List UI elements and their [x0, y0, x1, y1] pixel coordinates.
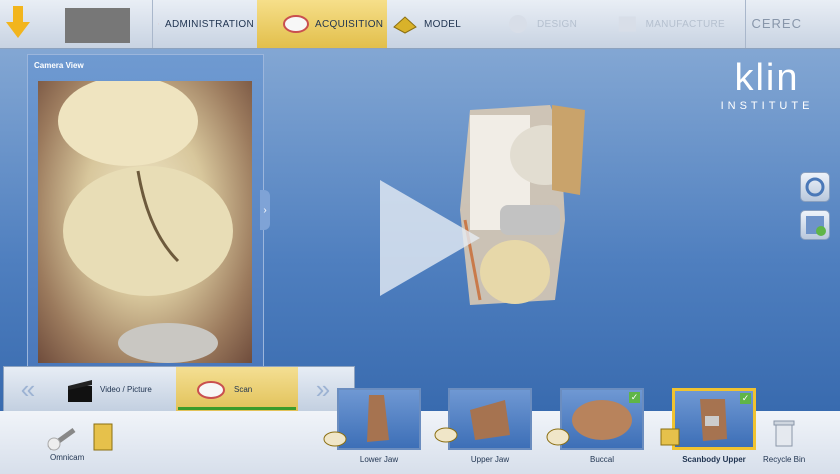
- scanbody-icon: [660, 428, 680, 446]
- camera-feed: [38, 81, 252, 363]
- camera-image: [58, 81, 233, 363]
- upper-jaw-icon: [434, 427, 458, 443]
- omnicam-label: Omnicam: [50, 453, 85, 462]
- separator: [745, 0, 746, 48]
- chevron-double-left-icon: «: [20, 373, 36, 404]
- tab-scan[interactable]: Scan: [176, 367, 298, 412]
- collapse-panel-handle[interactable]: ›: [260, 190, 270, 230]
- tab-label: Video / Picture: [100, 385, 152, 394]
- tab-administration[interactable]: ADMINISTRATION: [158, 0, 254, 48]
- catalog-scanbody-upper[interactable]: ✓: [672, 388, 756, 450]
- workflow-bar: ADMINISTRATION ACQUISITION MODEL DESIGN …: [0, 0, 840, 49]
- teeth-icon: [158, 23, 159, 25]
- tab-manufacture: MANUFACTURE: [615, 0, 725, 48]
- tab-video-picture[interactable]: Video / Picture: [66, 367, 176, 412]
- tab-label: Scan: [234, 385, 253, 394]
- catalog-label: Upper Jaw: [470, 455, 510, 464]
- catalog-lower-jaw[interactable]: [337, 388, 421, 450]
- add-view-button[interactable]: [800, 210, 830, 240]
- lower-jaw-icon: [323, 431, 347, 447]
- add-icon: [806, 216, 826, 236]
- check-icon: ✓: [629, 392, 640, 403]
- back-arrow-icon[interactable]: [6, 6, 30, 40]
- tab-label: DESIGN: [537, 18, 578, 30]
- recycle-bin-label: Recycle Bin: [763, 455, 806, 464]
- panel-title: Camera View: [34, 61, 84, 70]
- catalog-label: Scanbody Upper: [682, 455, 746, 464]
- model-icon: [393, 16, 417, 34]
- separator: [152, 0, 153, 48]
- tab-label: ADMINISTRATION: [164, 18, 254, 30]
- patient-thumbnail[interactable]: [65, 8, 130, 43]
- design-icon: [509, 15, 527, 33]
- tab-model[interactable]: MODEL: [392, 0, 482, 48]
- logo-main-text: klin: [734, 57, 800, 99]
- scan-teeth-icon: [283, 15, 309, 33]
- recycle-bin-icon[interactable]: [773, 418, 795, 448]
- product-name: CEREC: [751, 16, 802, 31]
- tab-label: MANUFACTURE: [645, 18, 725, 30]
- catalog-label: Buccal: [589, 455, 614, 464]
- chevron-right-icon: ›: [263, 204, 267, 216]
- tab-design: DESIGN: [505, 0, 605, 48]
- lower-jaw-thumbnail: [367, 395, 389, 442]
- acquisition-nav-bar: « Video / Picture Scan »: [3, 366, 355, 413]
- mill-icon: [618, 16, 636, 32]
- upper-jaw-thumbnail: [470, 400, 510, 440]
- catalog-upper-jaw[interactable]: [448, 388, 532, 450]
- logo-sub-text: INSTITUTE: [720, 100, 814, 112]
- play-icon[interactable]: [380, 180, 490, 300]
- check-icon: ✓: [740, 393, 751, 404]
- clapperboard-icon: [68, 379, 92, 402]
- catalog-label: Lower Jaw: [359, 455, 399, 464]
- tab-label: ACQUISITION: [315, 18, 384, 30]
- omnicam-icon[interactable]: [44, 418, 124, 454]
- klin-institute-logo: klin INSTITUTE: [712, 56, 822, 126]
- buccal-icon: [546, 428, 570, 446]
- scan-teeth-icon: [197, 380, 225, 399]
- rotate-icon: [805, 177, 825, 197]
- camera-view-panel: Camera View: [27, 54, 264, 368]
- chevron-double-right-icon: »: [315, 373, 331, 404]
- scan-progress-bar: [178, 407, 296, 410]
- tab-label: MODEL: [424, 18, 462, 30]
- tab-acquisition[interactable]: ACQUISITION: [257, 0, 387, 48]
- catalog-buccal[interactable]: ✓: [560, 388, 644, 450]
- previous-step-button[interactable]: «: [9, 373, 47, 405]
- rotate-view-button[interactable]: [800, 172, 830, 202]
